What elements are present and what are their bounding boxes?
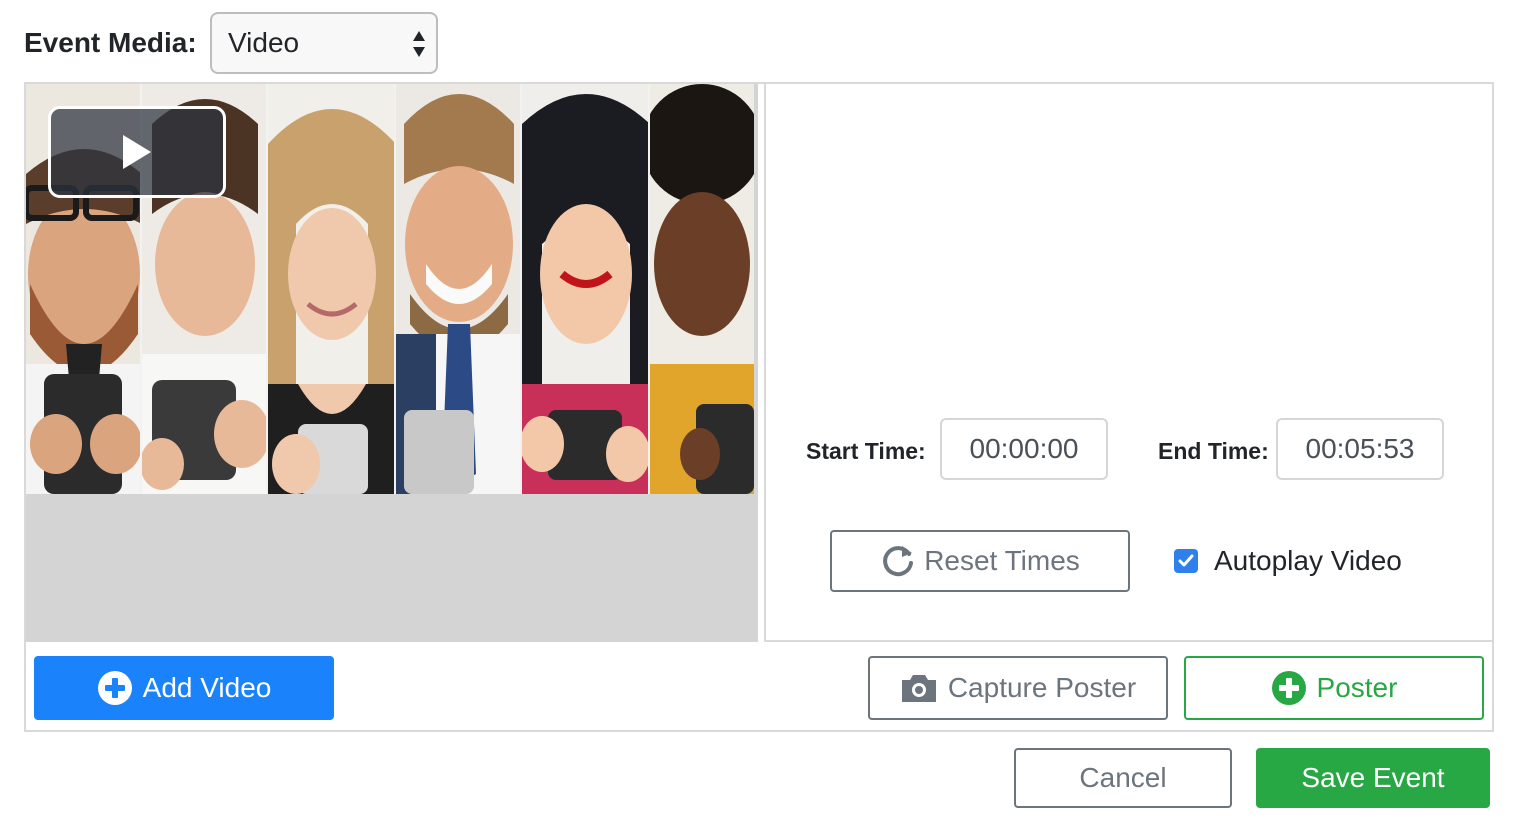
add-poster-button[interactable]: Poster — [1184, 656, 1484, 720]
refresh-icon — [883, 546, 914, 577]
poster-label: Poster — [1316, 672, 1398, 703]
start-time-value: 00:00:00 — [969, 433, 1079, 464]
poster-strip-3 — [268, 84, 396, 494]
reset-times-label: Reset Times — [924, 545, 1080, 576]
play-icon — [123, 135, 151, 169]
autoplay-checkbox[interactable] — [1174, 549, 1198, 573]
save-event-button[interactable]: Save Event — [1256, 748, 1490, 808]
select-arrows-icon — [413, 31, 425, 57]
camera-icon — [901, 675, 936, 702]
video-player[interactable] — [26, 84, 758, 642]
event-media-label: Event Media: — [24, 27, 197, 58]
cancel-button[interactable]: Cancel — [1014, 748, 1232, 808]
poster-strip-5 — [522, 84, 650, 494]
end-time-value: 00:05:53 — [1305, 433, 1415, 464]
event-media-select[interactable]: Video — [210, 12, 438, 74]
poster-strip-4 — [396, 84, 522, 494]
event-media-selected-value: Video — [228, 27, 300, 58]
autoplay-option[interactable]: Autoplay Video — [1174, 530, 1402, 592]
video-editor-panel: Start Time: 00:00:00 End Time: 00:05:53 … — [24, 82, 1494, 732]
autoplay-label: Autoplay Video — [1214, 545, 1402, 576]
start-time-input[interactable]: 00:00:00 — [940, 418, 1108, 480]
video-settings: Start Time: 00:00:00 End Time: 00:05:53 … — [764, 84, 1494, 642]
play-button[interactable] — [48, 106, 226, 198]
plus-circle-icon — [1271, 671, 1306, 705]
capture-poster-button[interactable]: Capture Poster — [868, 656, 1168, 720]
save-event-label: Save Event — [1301, 762, 1445, 793]
reset-times-button[interactable]: Reset Times — [830, 530, 1130, 592]
event-media-row: Event Media: Video — [24, 12, 438, 74]
capture-poster-label: Capture Poster — [947, 672, 1137, 703]
plus-circle-icon — [97, 671, 132, 705]
end-time-label: End Time: — [1158, 438, 1269, 464]
add-video-button[interactable]: Add Video — [34, 656, 334, 720]
poster-strip-6 — [650, 84, 754, 494]
check-icon — [1178, 554, 1194, 567]
add-video-label: Add Video — [142, 672, 272, 703]
end-time-input[interactable]: 00:05:53 — [1276, 418, 1444, 480]
start-time-label: Start Time: — [806, 438, 926, 464]
cancel-label: Cancel — [1079, 762, 1167, 793]
